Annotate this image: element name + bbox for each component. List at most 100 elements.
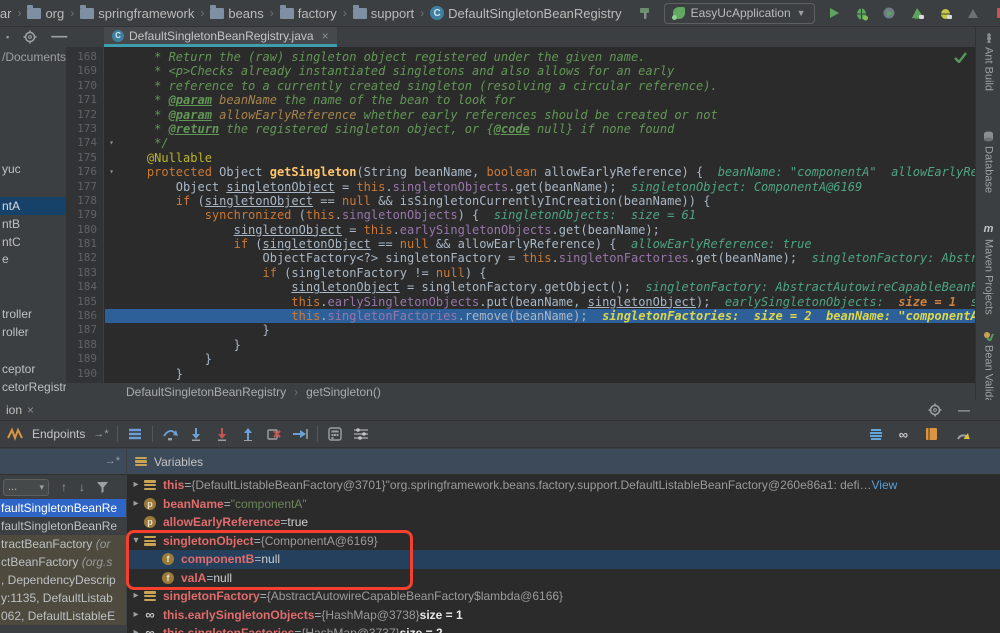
line-number[interactable]: 171 bbox=[66, 93, 103, 107]
close-icon[interactable]: × bbox=[322, 29, 329, 43]
close-icon[interactable]: × bbox=[27, 403, 34, 417]
project-item[interactable]: e bbox=[0, 250, 66, 268]
line-number[interactable]: 188 bbox=[66, 338, 103, 352]
project-item[interactable]: cetorRegistr bbox=[0, 378, 66, 396]
run-config-select[interactable]: EasyUcApplication ▼ bbox=[664, 3, 815, 24]
line-number[interactable]: 184 bbox=[66, 280, 103, 294]
code-line[interactable]: * @param allowEarlyReference whether ear… bbox=[105, 108, 975, 122]
line-number[interactable]: 170 bbox=[66, 79, 103, 93]
code-line[interactable]: singletonObject = this.earlySingletonObj… bbox=[105, 223, 975, 237]
project-item[interactable]: ntB bbox=[0, 215, 66, 233]
code-line[interactable]: if (singletonObject == null && allowEarl… bbox=[105, 237, 975, 251]
code-line[interactable]: this.earlySingletonObjects.put(beanName,… bbox=[105, 295, 975, 309]
code-line[interactable]: } bbox=[105, 367, 975, 381]
breadcrumb-method[interactable]: getSingleton() bbox=[306, 385, 381, 399]
line-number[interactable]: 179 bbox=[66, 208, 103, 222]
line-number[interactable]: 187 bbox=[66, 323, 103, 337]
line-number[interactable]: 186 bbox=[66, 309, 103, 323]
tool-button-maven-projects[interactable]: m Maven Projects bbox=[976, 223, 1000, 315]
code-line[interactable]: */ bbox=[105, 136, 975, 150]
tool-button-database[interactable]: Database bbox=[976, 131, 1000, 193]
code-line[interactable]: } bbox=[105, 323, 975, 337]
settings-filter-icon[interactable] bbox=[352, 425, 370, 443]
prev-frame-icon[interactable]: ↑ bbox=[61, 480, 67, 494]
drop-frame-icon[interactable] bbox=[265, 425, 283, 443]
frame-row[interactable]: faultSingletonBeanRe bbox=[0, 517, 126, 535]
variable-row[interactable]: pallowEarlyReference = true bbox=[127, 513, 1000, 532]
frame-row[interactable]: tractBeanFactory (or bbox=[0, 535, 126, 553]
code-line[interactable]: singletonObject = singletonFactory.getOb… bbox=[105, 280, 975, 294]
expander-icon[interactable]: ▸ bbox=[129, 624, 143, 633]
line-number[interactable]: 189 bbox=[66, 352, 103, 366]
code-line[interactable]: if (singletonObject == null && isSinglet… bbox=[105, 194, 975, 208]
next-frame-icon[interactable]: ↓ bbox=[79, 480, 85, 494]
line-number[interactable]: 183 bbox=[66, 266, 103, 280]
run-with-coverage-button[interactable] bbox=[881, 4, 899, 22]
attach-debugger-button[interactable] bbox=[937, 4, 955, 22]
evaluate-expression-icon[interactable] bbox=[326, 425, 344, 443]
line-number[interactable]: 185 bbox=[66, 295, 103, 309]
view-breakpoints-icon[interactable]: ∞ bbox=[899, 427, 908, 442]
hammer-icon[interactable] bbox=[636, 4, 654, 22]
project-item[interactable]: ntC bbox=[0, 233, 66, 251]
project-item[interactable]: roller bbox=[0, 323, 66, 341]
project-item[interactable]: troller bbox=[0, 305, 66, 323]
code-line[interactable]: * reference to a currently created singl… bbox=[105, 79, 975, 93]
code-line[interactable]: * Return the (raw) singleton object regi… bbox=[105, 50, 975, 64]
breadcrumb-item[interactable]: factory bbox=[280, 6, 337, 21]
code-line[interactable]: * @return the registered singleton objec… bbox=[105, 122, 975, 136]
expander-icon[interactable]: ▸ bbox=[129, 476, 143, 495]
line-number[interactable]: 177 bbox=[66, 180, 103, 194]
line-number[interactable]: 174▾ bbox=[66, 136, 103, 150]
debug-session-tab[interactable]: ion × bbox=[0, 403, 40, 417]
thread-dump-icon[interactable] bbox=[922, 425, 940, 443]
variable-row[interactable]: ▸∞this.earlySingletonObjects = {HashMap@… bbox=[127, 606, 1000, 625]
code-line[interactable]: * @param beanName the name of the bean t… bbox=[105, 93, 975, 107]
frame-row[interactable]: y:1135, DefaultListab bbox=[0, 589, 126, 607]
endpoints-label[interactable]: Endpoints bbox=[32, 427, 85, 441]
code-line[interactable]: @Nullable bbox=[105, 151, 975, 165]
project-item[interactable]: ntA bbox=[0, 197, 66, 215]
code-line[interactable]: } bbox=[105, 352, 975, 366]
breadcrumb-item[interactable]: beans bbox=[210, 6, 263, 21]
code-line[interactable]: Object singletonObject = this.singletonO… bbox=[105, 180, 975, 194]
breadcrumb-item[interactable]: springframework bbox=[80, 6, 194, 21]
variable-row[interactable]: ▸this = {DefaultListableBeanFactory@3701… bbox=[127, 476, 1000, 495]
force-step-into-icon[interactable] bbox=[213, 425, 231, 443]
code-line[interactable]: ObjectFactory<?> singletonFactory = this… bbox=[105, 251, 975, 265]
gear-icon[interactable] bbox=[928, 403, 942, 417]
breadcrumb-item[interactable]: org bbox=[27, 6, 64, 21]
expander-icon[interactable]: ▸ bbox=[129, 495, 143, 514]
step-over-icon[interactable] bbox=[161, 425, 179, 443]
editor-tab[interactable]: C DefaultSingletonBeanRegistry.java × bbox=[104, 27, 337, 47]
variable-row[interactable]: ▸∞this.singletonFactories = {HashMap@373… bbox=[127, 624, 1000, 633]
breadcrumb-item[interactable]: support bbox=[353, 6, 414, 21]
minimize-icon[interactable]: — bbox=[958, 403, 970, 417]
line-number[interactable]: 180 bbox=[66, 223, 103, 237]
expander-icon[interactable]: ▸ bbox=[129, 587, 143, 606]
line-number[interactable]: 181 bbox=[66, 237, 103, 251]
code-line[interactable]: synchronized (this.singletonObjects) { s… bbox=[105, 208, 975, 222]
line-number[interactable]: 178 bbox=[66, 194, 103, 208]
line-number[interactable]: 168 bbox=[66, 50, 103, 64]
line-number[interactable]: 172 bbox=[66, 108, 103, 122]
code-line[interactable]: } bbox=[105, 338, 975, 352]
line-number[interactable]: 182 bbox=[66, 251, 103, 265]
step-into-icon[interactable] bbox=[187, 425, 205, 443]
code-line[interactable]: * <p>Checks already instantiated singlet… bbox=[105, 64, 975, 78]
run-to-cursor-icon[interactable] bbox=[291, 425, 309, 443]
line-number[interactable]: 173 bbox=[66, 122, 103, 136]
breadcrumb-class[interactable]: DefaultSingletonBeanRegistry bbox=[126, 385, 286, 399]
memory-gauge-icon[interactable] bbox=[954, 425, 972, 443]
frame-row[interactable]: 062, DefaultListableE bbox=[0, 607, 126, 625]
line-number[interactable]: 176▾ bbox=[66, 165, 103, 179]
frame-row[interactable]: faultSingletonBeanRe bbox=[0, 499, 126, 517]
run-button[interactable] bbox=[825, 4, 843, 22]
stop-button[interactable] bbox=[993, 4, 1000, 22]
expander-icon[interactable]: ▸ bbox=[129, 606, 143, 625]
line-number[interactable]: 190 bbox=[66, 367, 103, 381]
step-out-icon[interactable] bbox=[239, 425, 257, 443]
profiler-button[interactable] bbox=[909, 4, 927, 22]
variable-row[interactable]: fvalA = null bbox=[127, 569, 1000, 588]
breadcrumb-item[interactable]: jar bbox=[0, 6, 11, 21]
